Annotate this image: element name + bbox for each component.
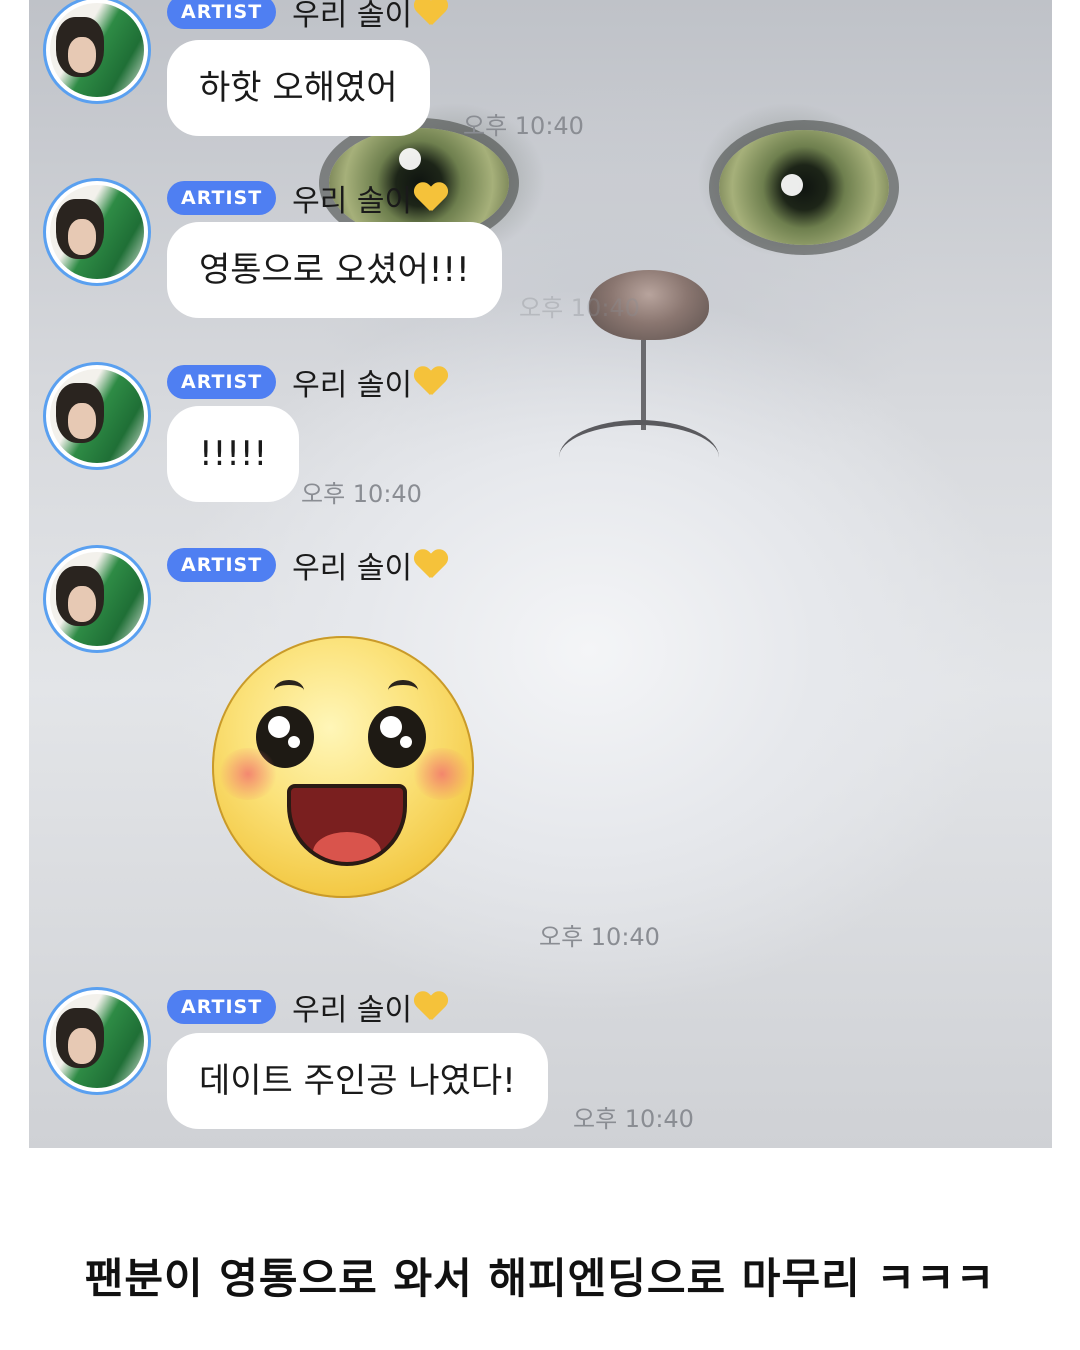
cat-mouth	[559, 420, 719, 495]
sender-name: 우리 솔이	[292, 360, 448, 404]
artist-badge: ARTIST	[167, 990, 277, 1024]
caption: 팬분이 영통으로 와서 해피엔딩으로 마무리 ㅋㅋㅋ	[84, 1254, 996, 1303]
sender-row: ARTIST 우리 솔이	[167, 0, 448, 34]
sender-row: ARTIST 우리 솔이	[167, 543, 448, 587]
chat-screenshot: ARTIST 우리 솔이 하핫 오해였어 오후 10:40 ARTIST 우리 …	[29, 0, 1052, 1148]
message-bubble[interactable]: 하핫 오해였어	[167, 40, 430, 136]
sender-name: 우리 솔이	[292, 176, 448, 220]
message-time: 오후 10:40	[301, 480, 422, 508]
message-bubble[interactable]: 데이트 주인공 나였다!	[167, 1033, 548, 1129]
cat-eye-right	[719, 130, 889, 245]
artist-badge: ARTIST	[167, 0, 277, 29]
avatar[interactable]	[43, 362, 151, 470]
message-time: 오후 10:40	[463, 112, 584, 140]
artist-badge: ARTIST	[167, 365, 277, 399]
sender-name: 우리 솔이	[292, 543, 448, 587]
yellow-heart-icon	[414, 367, 448, 399]
avatar[interactable]	[43, 987, 151, 1095]
yellow-heart-icon	[414, 0, 448, 29]
artist-badge: ARTIST	[167, 548, 277, 582]
sender-name: 우리 솔이	[292, 985, 448, 1029]
message-bubble[interactable]: !!!!!	[167, 406, 300, 502]
avatar[interactable]	[43, 0, 151, 104]
smiling-face-sticker[interactable]	[212, 636, 474, 898]
message-time: 오후 10:40	[573, 1105, 694, 1133]
message-bubble[interactable]: 영통으로 오셨어!!!	[167, 222, 502, 318]
sender-row: ARTIST 우리 솔이	[167, 985, 448, 1029]
avatar[interactable]	[43, 178, 151, 286]
artist-badge: ARTIST	[167, 181, 277, 215]
sender-row: ARTIST 우리 솔이	[167, 360, 448, 404]
message-time: 오후 10:40	[519, 294, 640, 322]
yellow-heart-icon	[414, 550, 448, 582]
sender-name: 우리 솔이	[292, 0, 448, 34]
sender-row: ARTIST 우리 솔이	[167, 176, 448, 220]
yellow-heart-icon	[414, 992, 448, 1024]
cat-mouth-line	[641, 340, 646, 430]
message-time: 오후 10:40	[539, 923, 660, 951]
avatar[interactable]	[43, 545, 151, 653]
yellow-heart-icon	[414, 183, 448, 215]
